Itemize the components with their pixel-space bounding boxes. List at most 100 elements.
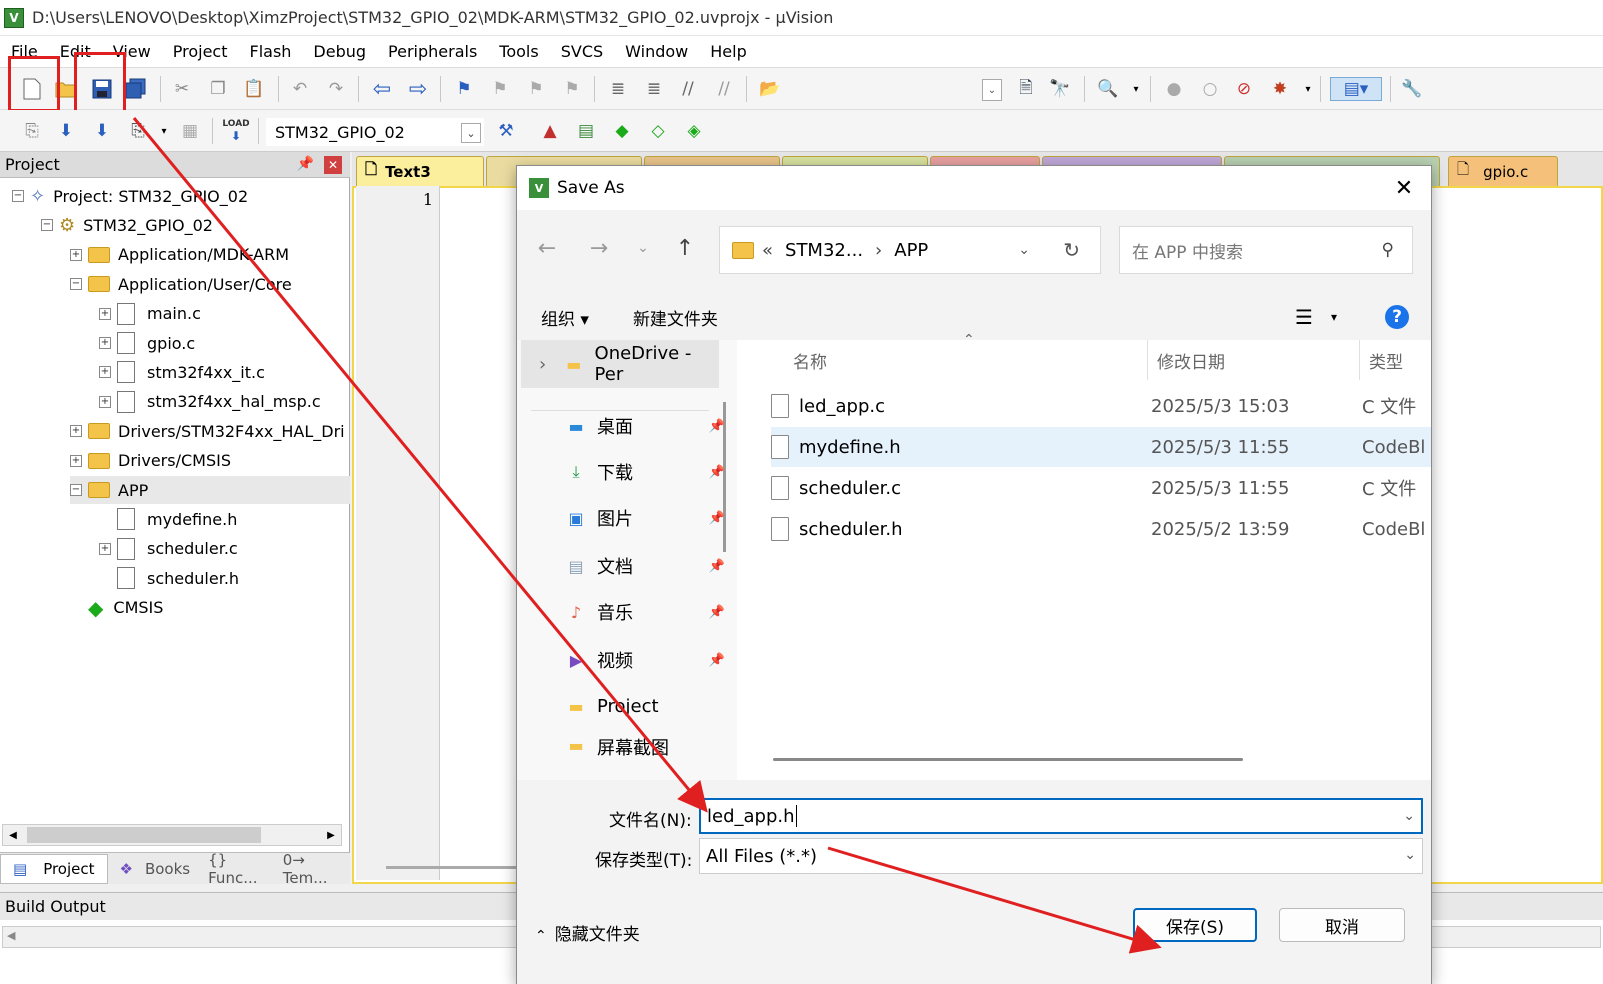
incremental-find-icon[interactable]: 🔭 [1048,77,1072,101]
breadcrumb-overflow[interactable]: « [762,240,773,261]
kill-breakpoints-icon[interactable]: ✸ [1268,77,1292,101]
rte-icon[interactable]: ◆ [610,119,634,143]
select-packs-icon[interactable]: ◈ [682,119,706,143]
tree-item[interactable]: + stm32f4xx_it.c [99,358,350,386]
expand-icon[interactable]: + [99,337,111,349]
chevron-down-icon[interactable]: ⌄ [461,123,481,143]
collapse-icon[interactable]: − [12,190,24,202]
tree-item[interactable]: − ✧ Project: STM32_GPIO_02 [12,182,350,210]
filetype-select[interactable]: All Files (*.*) ⌄ [699,838,1423,874]
pin-icon[interactable]: 📌 [709,465,725,480]
next-bookmark-icon[interactable]: ⚑ [524,77,548,101]
find-in-files-icon[interactable]: 📂 [758,77,782,101]
nav-item[interactable]: ⤓ 下载 📌 [565,452,725,492]
back-arrow-icon[interactable]: ← [533,234,561,262]
new-folder-button[interactable]: 新建文件夹 [633,305,718,330]
nav-item[interactable]: ▤ 文档 📌 [565,546,725,586]
refresh-icon[interactable]: ↻ [1063,238,1080,262]
recent-dropdown-icon[interactable]: ⌄ [629,234,657,262]
cancel-button[interactable]: 取消 [1279,908,1405,942]
breadcrumb-stm32[interactable]: STM32... [785,240,863,261]
tab-project[interactable]: ▤ Project [0,853,108,884]
expand-icon[interactable]: + [99,366,111,379]
pin-icon[interactable]: 📌 [297,156,314,172]
scroll-left-icon[interactable]: ◀ [3,825,23,845]
indent-icon[interactable]: ≣ [606,77,630,101]
tree-item[interactable]: + Drivers/STM32F4xx_HAL_Dri [70,417,350,445]
cut-icon[interactable]: ✂ [170,77,194,101]
tree-item[interactable]: − APP [70,476,350,504]
stop-build-icon[interactable]: ▦ [178,119,202,143]
expand-icon[interactable]: + [70,425,82,438]
nav-item[interactable]: ▶ 视频 📌 [565,640,725,680]
pin-icon[interactable]: 📌 [709,419,725,434]
find-combo-dropdown-icon[interactable]: ⌄ [982,79,1002,101]
debug-dropdown-icon[interactable]: ▾ [1124,77,1148,101]
close-icon[interactable]: ✕ [324,156,342,174]
nav-item[interactable]: ♪ 音乐 📌 [565,592,725,632]
unindent-icon[interactable]: ≣ [642,77,666,101]
pack-installer-icon[interactable]: ◇ [646,119,670,143]
batch-build-icon[interactable]: ⎘ [126,119,150,143]
build-icon[interactable]: ⬇ [54,119,78,143]
nav-item[interactable]: ▬ 桌面 📌 [565,406,725,446]
filename-input[interactable]: led_app.h ⌄ [699,798,1423,834]
nav-item[interactable]: ▬ 屏幕截图 [565,734,725,757]
tree-item[interactable]: − ⚙ STM32_GPIO_02 [41,211,350,239]
scroll-left-icon[interactable]: ◀ [7,929,15,942]
copy-icon[interactable]: ❐ [206,77,230,101]
file-row[interactable]: scheduler.h 2025/5/2 13:59 CodeBl [771,509,1431,549]
chevron-down-icon[interactable]: ⌄ [1403,808,1415,824]
options-for-target-icon[interactable]: ⚒ [494,119,518,143]
tab-functions[interactable]: {} Func... [202,851,277,887]
configure-icon[interactable]: 🔧 [1400,77,1424,101]
expand-icon[interactable]: + [99,542,111,555]
manage-components-icon[interactable]: ▲ [538,119,562,143]
tree-item[interactable]: − Application/User/Core [70,270,350,298]
breakpoint-icon[interactable]: ● [1162,77,1186,101]
tab-gpio-c[interactable]: 🗋 gpio.c [1448,156,1558,186]
tab-templates[interactable]: 0→ Tem... [277,851,350,887]
tree-item[interactable]: + scheduler.c [99,535,350,563]
pin-icon[interactable]: 📌 [709,559,725,574]
file-row[interactable]: scheduler.c 2025/5/3 11:55 C 文件 [771,468,1431,508]
collapse-icon[interactable]: − [41,219,53,232]
expand-icon[interactable]: › [539,354,546,375]
menu-tools[interactable]: Tools [488,38,549,66]
view-dropdown-icon[interactable]: ▾ [1331,310,1337,324]
batch-dropdown-icon[interactable]: ▾ [152,119,176,143]
nav-item[interactable]: ▬ OneDrive - Per › [539,343,723,385]
undo-icon[interactable]: ↶ [288,77,312,101]
menu-svcs[interactable]: SVCS [550,38,614,66]
file-row[interactable]: mydefine.h 2025/5/3 11:55 CodeBl [771,427,1431,467]
close-icon[interactable]: ✕ [1389,174,1419,202]
menu-debug[interactable]: Debug [302,38,377,66]
translate-icon[interactable]: ⎘ [20,119,44,143]
bookmark-icon[interactable]: ⚑ [452,77,476,101]
menu-help[interactable]: Help [699,38,757,66]
column-divider[interactable] [1147,340,1148,380]
menu-project[interactable]: Project [162,38,239,66]
column-type[interactable]: 类型 [1369,348,1403,373]
disable-breakpoint-icon[interactable]: ○ [1198,77,1222,101]
comment-icon[interactable]: // [676,77,700,101]
save-all-icon[interactable] [124,77,148,101]
nav-back-icon[interactable]: ⇦ [370,77,394,102]
clear-bookmarks-icon[interactable]: ⚑ [560,77,584,101]
expand-icon[interactable]: + [70,248,82,261]
pin-icon[interactable]: 📌 [709,653,725,668]
pin-icon[interactable]: 📌 [709,605,725,620]
expand-icon[interactable]: + [99,395,111,408]
menu-flash[interactable]: Flash [238,38,302,66]
tree-item[interactable]: + Drivers/CMSIS [70,447,350,475]
nav-item[interactable]: ▬ Project [565,686,725,726]
address-dropdown-icon[interactable]: ⌄ [1018,242,1030,258]
rebuild-icon[interactable]: ⬇ [90,119,114,143]
uncomment-icon[interactable]: // [712,77,736,101]
tree-item[interactable]: scheduler.h [99,564,350,592]
hide-folders-toggle[interactable]: ⌃ 隐藏文件夹 [535,920,640,945]
paste-icon[interactable]: 📋 [242,77,266,101]
address-bar[interactable]: « STM32... › APP ⌄ ↻ [719,226,1101,274]
collapse-icon[interactable]: − [70,278,82,291]
nav-forward-icon[interactable]: ⇨ [406,77,430,102]
